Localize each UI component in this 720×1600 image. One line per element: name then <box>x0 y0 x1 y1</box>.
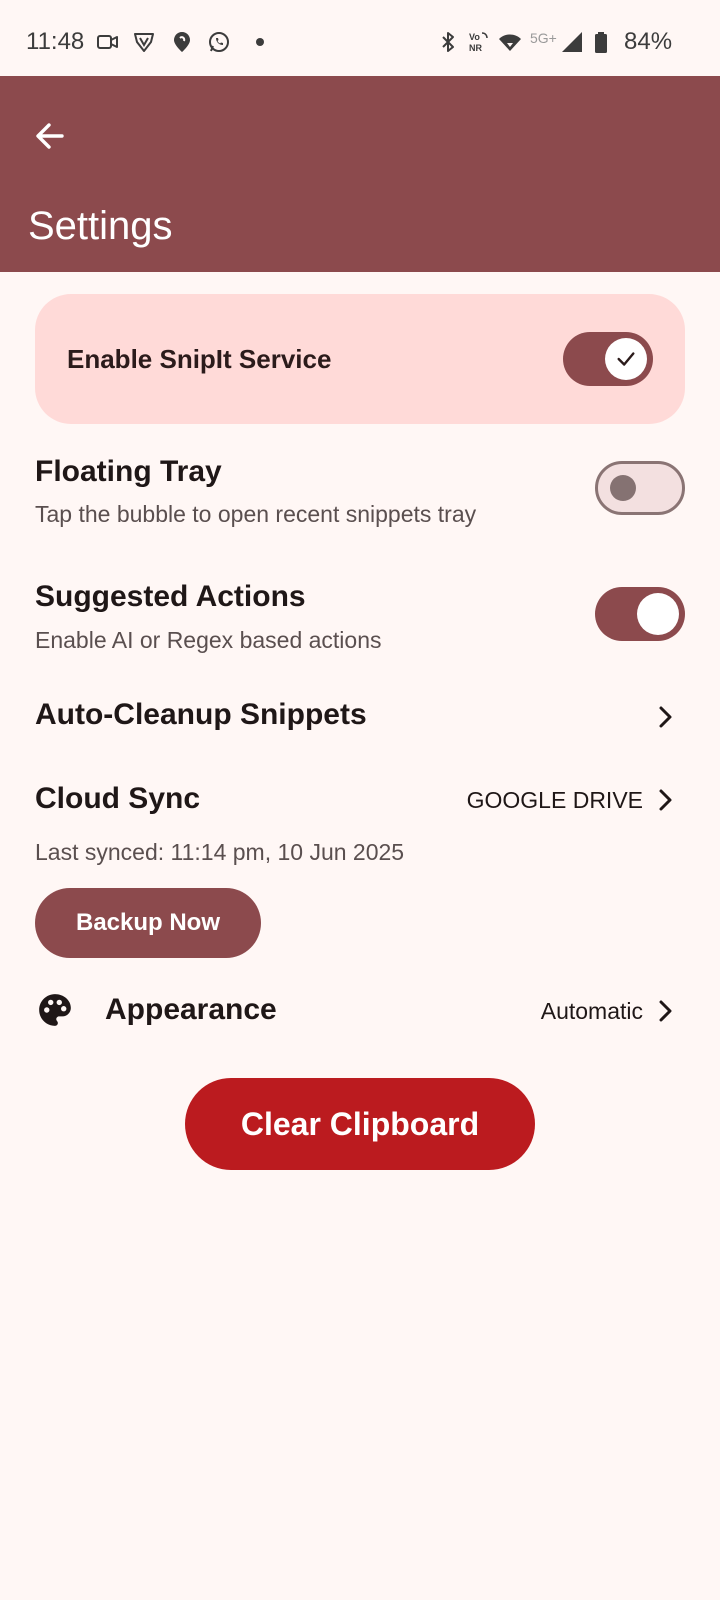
floating-tray-toggle[interactable] <box>595 461 685 515</box>
backup-now-button[interactable]: Backup Now <box>35 888 261 958</box>
svg-text:NR: NR <box>469 43 482 53</box>
palette-icon <box>39 994 71 1026</box>
status-time: 11:48 <box>26 28 85 55</box>
app-bar: Settings <box>0 76 720 272</box>
auto-cleanup-row[interactable]: Auto-Cleanup Snippets <box>0 680 720 750</box>
clear-clipboard-button[interactable]: Clear Clipboard <box>185 1078 535 1170</box>
toggle-thumb <box>605 338 647 380</box>
network-type-label: 5G+ <box>530 30 557 46</box>
vonr-icon: Vo NR <box>469 32 488 53</box>
appearance-value: Automatic <box>540 998 643 1024</box>
battery-icon <box>595 32 607 53</box>
suggested-actions-toggle[interactable] <box>595 587 685 641</box>
notification-dot-icon <box>256 38 264 46</box>
whatsapp-icon <box>209 32 229 52</box>
floating-tray-title: Floating Tray <box>35 455 222 488</box>
vpn-shield-icon <box>134 33 154 52</box>
chevron-right-icon <box>659 1000 672 1022</box>
cloud-sync-title: Cloud Sync <box>35 782 201 815</box>
auto-cleanup-title: Auto-Cleanup Snippets <box>35 698 367 731</box>
toggle-thumb <box>637 593 679 635</box>
toggle-thumb <box>610 475 636 501</box>
service-toggle[interactable] <box>563 332 653 386</box>
service-label: Enable SnipIt Service <box>67 344 332 374</box>
check-icon <box>617 352 635 366</box>
svg-text:Vo: Vo <box>469 32 480 42</box>
bluetooth-icon <box>442 32 454 52</box>
service-card: Enable SnipIt Service <box>35 294 685 424</box>
appearance-title: Appearance <box>105 993 277 1026</box>
status-bar: 11:48 Vo NR 5G+ 84% <box>0 0 720 76</box>
wifi-icon <box>499 34 521 51</box>
back-button[interactable] <box>26 112 74 160</box>
floating-tray-subtitle: Tap the bubble to open recent snippets t… <box>35 501 477 527</box>
cloud-sync-value: GOOGLE DRIVE <box>466 787 643 813</box>
arrow-back-icon <box>36 123 64 149</box>
location-pin-icon <box>174 32 190 52</box>
chevron-right-icon <box>659 789 672 811</box>
signal-icon <box>562 32 582 52</box>
battery-percentage: 84% <box>624 28 673 55</box>
suggested-actions-title: Suggested Actions <box>35 580 306 613</box>
video-camera-icon <box>97 35 118 49</box>
cloud-sync-row[interactable]: Cloud Sync GOOGLE DRIVE <box>0 766 720 836</box>
last-synced-text: Last synced: 11:14 pm, 10 Jun 2025 <box>35 839 405 865</box>
appearance-row[interactable]: Appearance Automatic <box>0 975 720 1045</box>
suggested-actions-subtitle: Enable AI or Regex based actions <box>35 627 382 653</box>
chevron-right-icon <box>659 706 672 728</box>
page-title: Settings <box>28 204 173 248</box>
